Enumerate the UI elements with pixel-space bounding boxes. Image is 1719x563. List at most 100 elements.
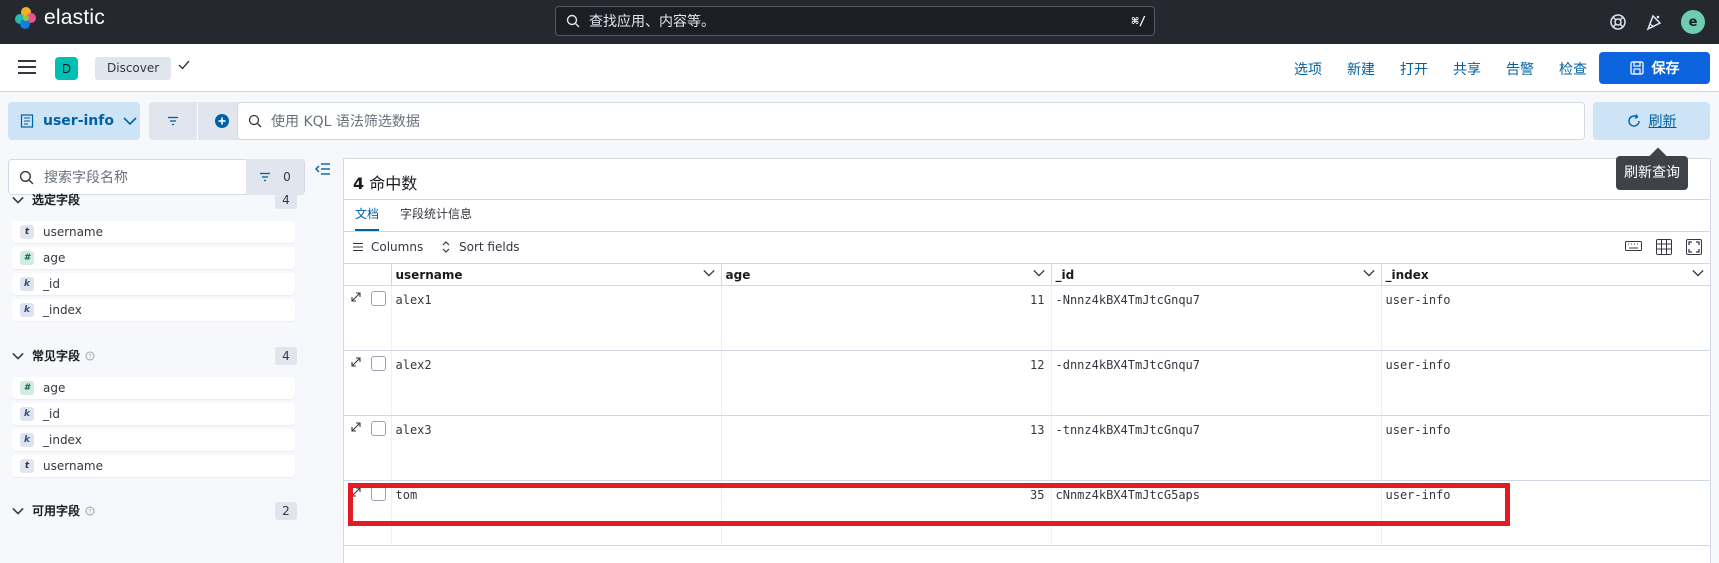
row-checkbox[interactable] [371,291,386,306]
grid-toolbar: Columns Sort fields [344,233,1710,263]
field-name: username [43,459,103,473]
section-count: 4 [275,346,297,365]
keyboard-shortcuts-icon[interactable] [1625,239,1642,253]
row-checkbox[interactable] [371,421,386,436]
cell-id: -Nnnz4kBX4TmJtcGnqu7 [1050,285,1381,351]
expand-row-icon[interactable] [350,291,362,303]
menu-alerts[interactable]: 告警 [1506,59,1534,79]
refresh-button[interactable]: 刷新 [1593,102,1710,140]
field-item-index[interactable]: k _index [12,299,295,321]
fullscreen-icon[interactable] [1686,239,1702,255]
menu-toggle-icon[interactable] [18,60,36,74]
column-header-username[interactable]: username [390,263,721,286]
field-item-index[interactable]: k _index [12,429,295,451]
svg-text:?: ? [88,508,91,515]
field-item-age[interactable]: # age [12,377,295,399]
display-settings-icon[interactable] [1656,239,1672,255]
sort-icon [442,241,450,253]
cell-id: -dnnz4kBX4TmJtcGnqu7 [1050,350,1381,416]
menu-new[interactable]: 新建 [1347,59,1375,79]
expand-row-icon[interactable] [350,356,362,368]
grid-display-controls [1625,239,1702,255]
save-icon [1629,61,1644,75]
text-type-icon: t [20,459,34,473]
discover-main-panel: 4 命中数 文档 字段统计信息 Columns Sort fields user… [343,158,1711,563]
search-icon [566,14,580,28]
field-item-age[interactable]: # age [12,247,295,269]
field-name: username [43,225,103,239]
sort-label: Sort fields [459,240,520,254]
field-search-placeholder: 搜索字段名称 [44,170,128,186]
kql-query-input[interactable]: 使用 KQL 语法筛选数据 [237,102,1585,140]
chevron-down-icon[interactable] [1032,268,1045,278]
user-avatar[interactable]: e [1681,10,1705,34]
number-type-icon: # [20,251,34,265]
field-search-input[interactable]: 搜索字段名称 0 [8,159,305,195]
menu-open[interactable]: 打开 [1400,59,1428,79]
row-checkbox[interactable] [371,356,386,371]
cell-username: tom [390,480,721,546]
list-icon [353,243,363,251]
breadcrumb-discover[interactable]: Discover [95,57,172,80]
keyword-type-icon: k [20,303,34,317]
chevron-down-icon [12,352,24,360]
popular-fields-header[interactable]: 常见字段 ? 4 [12,346,297,365]
info-icon[interactable]: ? [85,506,95,516]
row-controls [344,415,391,481]
cell-username: alex2 [390,350,721,416]
save-button[interactable]: 保存 [1599,52,1710,84]
field-type-filter[interactable]: 0 [246,159,304,195]
space-avatar[interactable]: D [55,57,78,80]
expand-row-icon[interactable] [350,421,362,433]
column-header-index[interactable]: _index [1380,263,1710,286]
columns-button[interactable]: Columns [353,240,423,254]
menu-inspect[interactable]: 检查 [1559,59,1587,79]
documents-table: username age _id _index alex1 11 -Nnnz4k… [344,263,1710,546]
help-icon[interactable] [1609,13,1627,31]
column-header-age[interactable]: age [720,263,1051,286]
row-controls [344,285,391,351]
available-fields-header[interactable]: 可用字段 ? 2 [12,501,297,520]
section-title: 可用字段 [32,504,81,518]
sort-fields-button[interactable]: Sort fields [441,240,520,254]
row-controls [344,350,391,416]
field-list-sidebar: 搜索字段名称 0 选定字段 4 t username # age k _id k _in… [0,149,335,563]
chevron-down-icon[interactable] [1362,268,1375,278]
expand-row-icon[interactable] [350,486,362,498]
row-checkbox[interactable] [371,486,386,501]
field-name: age [43,251,66,265]
field-item-username[interactable]: t username [12,221,295,243]
field-name: _id [43,407,60,421]
selected-fields-header[interactable]: 选定字段 4 [12,190,297,209]
field-item-id[interactable]: k _id [12,403,295,425]
news-feed-icon[interactable] [1645,13,1663,31]
field-name: _index [43,433,82,447]
menu-options[interactable]: 选项 [1294,59,1322,79]
filter-count: 0 [283,170,291,184]
global-search-input[interactable]: 查找应用、内容等。 ⌘/ [555,6,1155,36]
cell-age: 13 [720,415,1051,481]
menu-share[interactable]: 共享 [1453,59,1481,79]
column-header-id[interactable]: _id [1050,263,1381,286]
section-title: 常见字段 [32,349,81,363]
cell-age: 11 [720,285,1051,351]
info-icon[interactable]: ? [85,351,95,361]
field-item-username[interactable]: t username [12,455,295,477]
columns-label: Columns [371,240,424,254]
collapse-sidebar-icon[interactable] [315,162,331,176]
chevron-down-icon [12,196,24,204]
data-view-picker[interactable]: user-info [8,102,140,140]
chevron-down-icon[interactable] [1692,268,1704,278]
field-name: _index [43,303,82,317]
cell-index: user-info [1380,415,1710,481]
filter-icon [260,172,271,182]
field-item-id[interactable]: k _id [12,273,295,295]
top-nav-menu: 选项 新建 打开 共享 告警 检查 [1294,59,1612,79]
tab-documents[interactable]: 文档 [355,200,380,231]
elastic-logo[interactable]: elastic [14,6,105,30]
header-actions: e [1609,10,1705,34]
tab-field-statistics[interactable]: 字段统计信息 [400,200,472,231]
filter-menu-button[interactable] [149,102,197,140]
chevron-down-icon[interactable] [702,268,715,278]
keyword-type-icon: k [20,277,34,291]
